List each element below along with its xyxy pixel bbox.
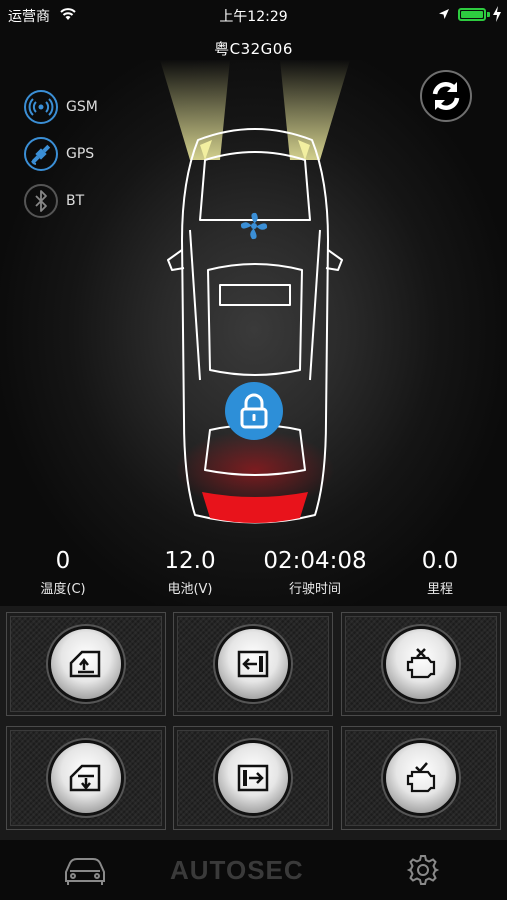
- window-down-tile: [6, 726, 166, 830]
- vehicle-status-panel: GSM GPS BT: [0, 60, 507, 605]
- fan-icon: [240, 212, 268, 240]
- stat-value: 12.0: [164, 548, 216, 574]
- vehicle-plate: 粤C32G06: [214, 40, 293, 58]
- status-time: 上午12:29: [219, 9, 288, 25]
- car-icon[interactable]: [62, 854, 108, 886]
- engine-start-icon: [406, 762, 436, 793]
- signal-icon: [24, 90, 58, 124]
- gear-icon[interactable]: [406, 853, 440, 887]
- refresh-icon: [432, 81, 460, 111]
- location-arrow-icon: [439, 9, 449, 19]
- stat-label: 里程: [426, 582, 453, 597]
- stat-value: 0: [55, 548, 71, 574]
- battery-tip: [487, 12, 490, 17]
- bt-label: BT: [66, 193, 85, 209]
- window-down-icon: [69, 764, 101, 792]
- stat-label: 电池(V): [167, 582, 213, 597]
- engine-off-tile: [341, 612, 501, 716]
- window-up-icon: [69, 650, 101, 678]
- engine-off-button[interactable]: [386, 629, 456, 699]
- battery-icon: [458, 8, 486, 21]
- bluetooth-icon: [24, 184, 58, 218]
- window-down-button[interactable]: [51, 743, 121, 813]
- stat-value: 02:04:08: [263, 548, 367, 574]
- stat-label: 行驶时间: [288, 582, 341, 597]
- window-up-tile: [6, 612, 166, 716]
- mileage-stat: 0.0 里程: [395, 548, 485, 597]
- tab-bar: AUTOSEC: [0, 840, 507, 900]
- gps-label: GPS: [66, 146, 95, 162]
- status-bar: 运营商 上午12:29: [0, 0, 507, 28]
- battery-level: [461, 11, 483, 18]
- door-lock-icon: [237, 650, 269, 678]
- brand-logo: AUTOSEC: [170, 855, 304, 885]
- control-grid: [0, 606, 507, 840]
- window-up-button[interactable]: [51, 629, 121, 699]
- door-unlock-icon: [237, 764, 269, 792]
- gsm-indicator: GSM: [24, 90, 144, 124]
- door-lock-button[interactable]: [218, 629, 288, 699]
- door-lock-tile: [173, 612, 333, 716]
- engine-start-button[interactable]: [386, 743, 456, 813]
- lock-status-button[interactable]: [225, 382, 283, 440]
- stat-label: 温度(C): [40, 582, 86, 597]
- door-unlock-tile: [173, 726, 333, 830]
- charging-icon: [493, 6, 501, 22]
- gsm-label: GSM: [66, 99, 98, 115]
- gps-indicator: GPS: [24, 137, 144, 171]
- temperature-stat: 0 温度(C): [18, 548, 108, 597]
- engine-start-tile: [341, 726, 501, 830]
- battery-voltage-stat: 12.0 电池(V): [145, 548, 235, 597]
- stat-value: 0.0: [421, 548, 459, 574]
- drive-time-stat: 02:04:08 行驶时间: [245, 548, 385, 597]
- refresh-button[interactable]: [420, 70, 472, 122]
- stats-row: 0 温度(C) 12.0 电池(V) 02:04:08 行驶时间 0.0 里程: [0, 548, 507, 606]
- bt-indicator: BT: [24, 184, 144, 218]
- door-unlock-button[interactable]: [218, 743, 288, 813]
- lock-icon: [240, 393, 268, 429]
- car-diagram: [167, 128, 343, 524]
- satellite-icon: [24, 137, 58, 171]
- engine-off-icon: [406, 648, 436, 679]
